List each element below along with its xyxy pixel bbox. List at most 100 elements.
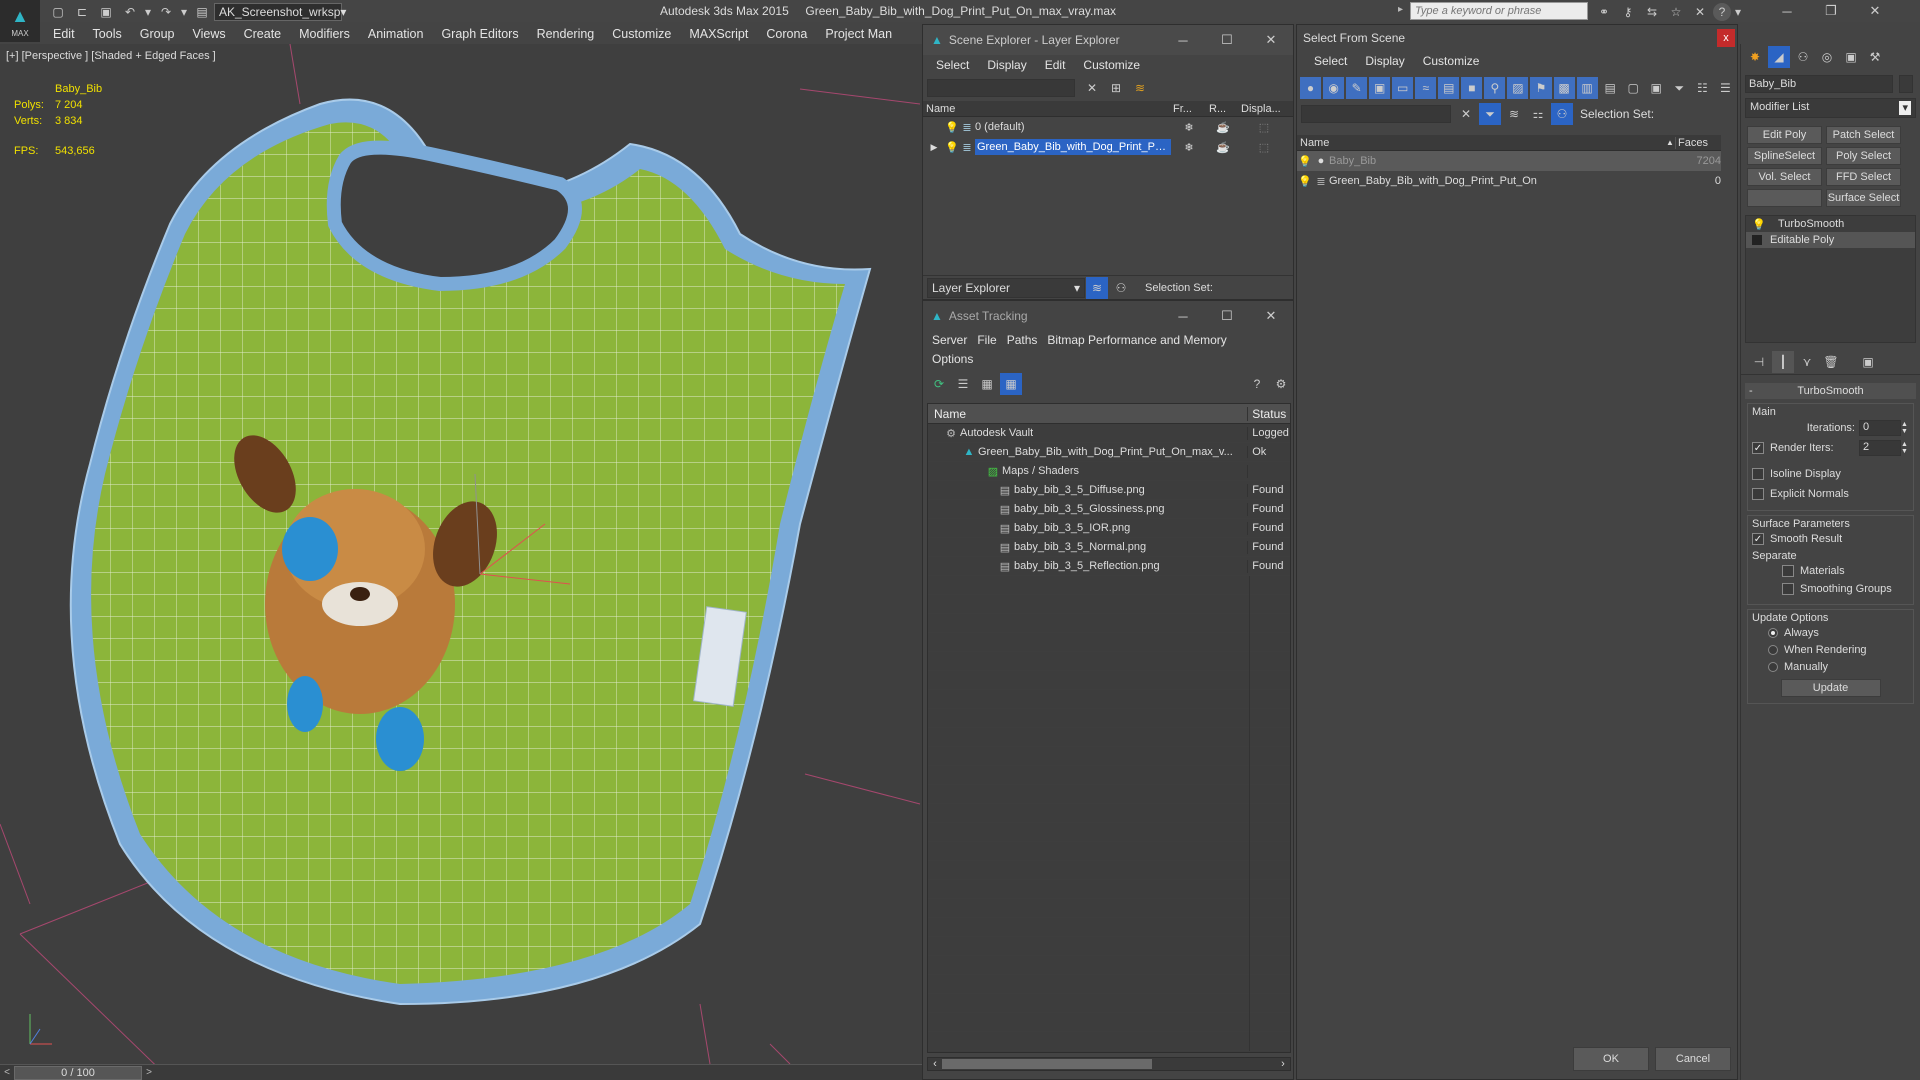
freeze-icon[interactable]: ❄ <box>1171 121 1207 134</box>
filter-shapes-icon[interactable]: ◉ <box>1323 77 1345 99</box>
lightbulb-icon[interactable]: 💡 <box>1297 175 1313 188</box>
materials-checkbox[interactable] <box>1782 565 1794 577</box>
modifier-empty-button[interactable] <box>1747 189 1822 207</box>
smoothing-groups-checkbox[interactable] <box>1782 583 1794 595</box>
lightbulb-icon[interactable]: 💡 <box>945 141 959 154</box>
col-asset-name[interactable]: Name <box>928 406 1249 421</box>
manually-radio[interactable] <box>1768 661 1778 672</box>
filter-bones-icon[interactable]: ⚲ <box>1484 77 1506 99</box>
asset-row[interactable]: ▤ baby_bib_3_5_Diffuse.png Found <box>928 481 1290 500</box>
time-slider-thumb[interactable]: 0 / 100 <box>14 1065 142 1080</box>
redo-dropdown-icon[interactable]: ▾ <box>179 1 189 23</box>
col-render[interactable]: R... <box>1209 103 1241 115</box>
asset-row[interactable]: ▤ baby_bib_3_5_Normal.png Found <box>928 538 1290 557</box>
scene-explorer-menu-edit[interactable]: Edit <box>1036 58 1075 72</box>
layers-icon[interactable]: ≋ <box>1503 103 1525 125</box>
modifier-edit-poly-button[interactable]: Edit Poly <box>1747 126 1822 144</box>
search-expand-icon[interactable]: ▸ <box>1398 4 1403 15</box>
menu-group[interactable]: Group <box>131 27 184 41</box>
select-all-icon[interactable]: ▤ <box>1600 77 1621 99</box>
menu-views[interactable]: Views <box>183 27 234 41</box>
layer-row[interactable]: ▶ 💡 ≣ Green_Baby_Bib_with_Dog_Print_Put.… <box>923 137 1293 157</box>
asset-tracking-minimize-icon[interactable]: ─ <box>1161 309 1205 324</box>
scene-explorer-minimize-icon[interactable]: ─ <box>1161 33 1205 48</box>
invert-selection-icon[interactable]: ▣ <box>1646 77 1667 99</box>
filter-cameras-icon[interactable]: ▣ <box>1369 77 1391 99</box>
rollout-header[interactable]: - TurboSmooth <box>1745 383 1916 399</box>
filter-hidden-icon[interactable]: ▩ <box>1553 77 1575 99</box>
menu-modifiers[interactable]: Modifiers <box>290 27 359 41</box>
cancel-button[interactable]: Cancel <box>1655 1047 1731 1071</box>
menu-graph-editors[interactable]: Graph Editors <box>432 27 527 41</box>
scene-explorer-menu-display[interactable]: Display <box>978 58 1035 72</box>
menu-customize[interactable]: Customize <box>603 27 680 41</box>
open-file-icon[interactable]: ⊏ <box>71 1 93 23</box>
settings-icon[interactable]: ⚙ <box>1270 373 1292 395</box>
asset-tracking-close-icon[interactable]: ✕ <box>1249 308 1293 324</box>
help-dropdown-icon[interactable]: ▾ <box>1733 1 1743 23</box>
select-search-input[interactable] <box>1301 105 1451 123</box>
utilities-tab-icon[interactable]: ⚒ <box>1864 46 1886 68</box>
menu-edit[interactable]: Edit <box>44 27 84 41</box>
filter-xrefs-icon[interactable]: ■ <box>1461 77 1483 99</box>
asset-row[interactable]: ▤ baby_bib_3_5_Glossiness.png Found <box>928 500 1290 519</box>
time-next-icon[interactable]: > <box>142 1067 156 1078</box>
render-teapot-icon[interactable]: ☕ <box>1207 121 1239 134</box>
layer-add-icon[interactable]: ≋ <box>1129 77 1151 99</box>
lightbulb-icon[interactable]: 💡 <box>1752 218 1766 231</box>
col-object-name[interactable]: Name <box>1297 137 1665 149</box>
asset-row[interactable]: ▲ Green_Baby_Bib_with_Dog_Print_Put_On_ma… <box>928 443 1290 462</box>
filter-geometry-icon[interactable]: ● <box>1300 77 1322 99</box>
asset-menu-options[interactable]: Options <box>927 350 978 369</box>
asset-tracking-maximize-icon[interactable]: ☐ <box>1205 308 1249 324</box>
key-icon[interactable]: ⚷ <box>1617 1 1639 23</box>
filter-frozen-icon[interactable]: ⚑ <box>1530 77 1552 99</box>
stack-item-editable-poly[interactable]: Editable Poly <box>1746 232 1915 248</box>
col-asset-status[interactable]: Status <box>1248 407 1290 421</box>
scroll-left-icon[interactable]: ‹ <box>928 1058 942 1070</box>
project-folder-icon[interactable]: ▤ <box>191 1 213 23</box>
help-icon[interactable]: ? <box>1713 3 1731 21</box>
menu-maxscript[interactable]: MAXScript <box>680 27 757 41</box>
render-iters-spinner[interactable]: 2 <box>1859 440 1901 456</box>
freeze-icon[interactable]: ❄ <box>1171 141 1207 154</box>
scene-explorer-titlebar[interactable]: ▲ Scene Explorer - Layer Explorer ─ ☐ ✕ <box>923 25 1293 55</box>
workspace-dropdown[interactable]: AK_Screenshot_wrksp ▾ <box>214 3 346 21</box>
minimize-icon[interactable]: ─ <box>1765 4 1809 19</box>
list-view-icon[interactable]: ☰ <box>952 373 974 395</box>
isoline-checkbox[interactable] <box>1752 468 1764 480</box>
lightbulb-icon[interactable]: 💡 <box>1297 155 1313 168</box>
scroll-thumb[interactable] <box>942 1059 1152 1069</box>
sort-icon[interactable]: ☷ <box>1692 77 1713 99</box>
modify-tab-icon[interactable]: ◢ <box>1768 46 1790 68</box>
filter-containers-icon[interactable]: ▨ <box>1507 77 1529 99</box>
col-faces[interactable]: Faces <box>1675 136 1721 149</box>
undo-icon[interactable]: ↶ <box>119 1 141 23</box>
modifier-vol-select-button[interactable]: Vol. Select <box>1747 168 1822 186</box>
spinner-arrows-icon[interactable]: ▲ ▼ <box>1901 421 1909 435</box>
exchange-icon[interactable]: ⇆ <box>1641 1 1663 23</box>
configure-sets-icon[interactable]: ▣ <box>1857 351 1879 373</box>
asset-row[interactable]: ▤ baby_bib_3_5_IOR.png Found <box>928 519 1290 538</box>
filter-toggle-icon[interactable]: ⏷ <box>1479 103 1501 125</box>
app-logo[interactable]: ▲ MAX <box>0 0 40 42</box>
menu-rendering[interactable]: Rendering <box>528 27 604 41</box>
render-teapot-icon[interactable]: ☕ <box>1207 141 1239 154</box>
pin-stack-icon[interactable]: ⊣ <box>1748 351 1770 373</box>
asset-row[interactable]: ▨ Maps / Shaders <box>928 462 1290 481</box>
filter-groups-icon[interactable]: ▤ <box>1438 77 1460 99</box>
col-freeze[interactable]: Fr... <box>1173 103 1209 115</box>
star-icon[interactable]: ☆ <box>1665 1 1687 23</box>
find-icon[interactable]: ⊞ <box>1105 77 1127 99</box>
clear-search-icon[interactable]: ✕ <box>1455 103 1477 125</box>
refresh-icon[interactable]: ⟳ <box>928 373 950 395</box>
keyword-search-input[interactable]: Type a keyword or phrase <box>1410 2 1588 20</box>
scene-explorer-close-icon[interactable]: ✕ <box>1249 32 1293 48</box>
filter-all-icon[interactable]: ▥ <box>1576 77 1598 99</box>
asset-menu-paths[interactable]: Paths <box>1002 331 1043 350</box>
create-tab-icon[interactable]: ✸ <box>1744 46 1766 68</box>
object-color-swatch[interactable] <box>1899 75 1913 93</box>
menu-corona[interactable]: Corona <box>757 27 816 41</box>
scene-explorer-menu-select[interactable]: Select <box>927 58 978 72</box>
save-icon[interactable]: ▣ <box>95 1 117 23</box>
